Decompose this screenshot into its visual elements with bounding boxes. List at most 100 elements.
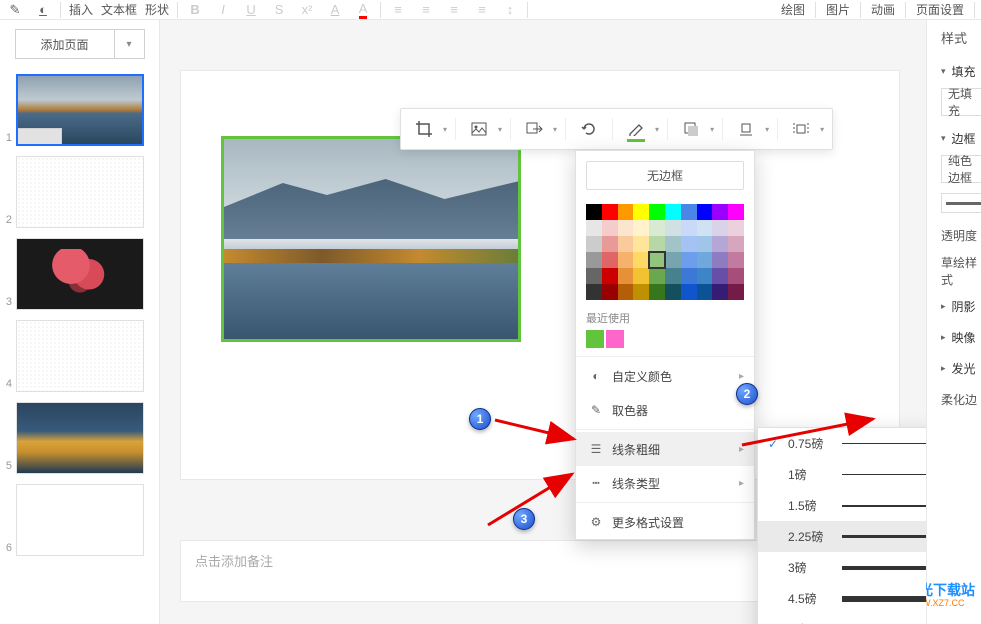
shadow-button[interactable]: [676, 114, 706, 144]
border-type-select[interactable]: 纯色边框: [941, 155, 981, 183]
color-swatch[interactable]: [728, 268, 744, 284]
line-weight-option[interactable]: 1.5磅: [758, 490, 926, 521]
recent-color-swatch[interactable]: [606, 330, 624, 348]
color-swatch[interactable]: [586, 236, 602, 252]
clear-format-icon[interactable]: ◐: [34, 1, 52, 19]
crop-button[interactable]: [409, 114, 439, 144]
color-swatch[interactable]: [633, 236, 649, 252]
color-swatch[interactable]: [665, 252, 681, 268]
selected-image[interactable]: [221, 136, 521, 342]
color-swatch[interactable]: [649, 220, 665, 236]
strike-button[interactable]: S: [270, 1, 288, 19]
color-swatch[interactable]: [602, 220, 618, 236]
color-swatch[interactable]: [728, 204, 744, 220]
slide-thumb-2[interactable]: 2: [4, 156, 155, 228]
align-button[interactable]: [731, 114, 761, 144]
font-color-button[interactable]: A: [326, 1, 344, 19]
color-swatch[interactable]: [649, 252, 665, 268]
line-weight-option[interactable]: 4.5磅: [758, 583, 926, 614]
color-swatch[interactable]: [681, 284, 697, 300]
color-swatch[interactable]: [586, 252, 602, 268]
line-weight-option[interactable]: 6磅: [758, 614, 926, 624]
recent-color-swatch[interactable]: [586, 330, 604, 348]
color-swatch[interactable]: [728, 220, 744, 236]
color-swatch[interactable]: [602, 268, 618, 284]
slide-thumb-6[interactable]: 6: [4, 484, 155, 556]
slide-thumb-3[interactable]: 3: [4, 238, 155, 310]
menu-insert[interactable]: 插入: [69, 1, 93, 18]
color-swatch[interactable]: [649, 268, 665, 284]
slide-thumb-5[interactable]: 5: [4, 402, 155, 474]
color-swatch[interactable]: [618, 268, 634, 284]
align-center-icon[interactable]: ≡: [473, 1, 491, 19]
color-swatch[interactable]: [602, 204, 618, 220]
add-page-button[interactable]: 添加页面: [15, 29, 115, 59]
color-swatch[interactable]: [697, 252, 713, 268]
align-dropdown[interactable]: ▾: [765, 125, 769, 134]
color-swatch[interactable]: [728, 236, 744, 252]
line-weight-item[interactable]: ☰ 线条粗细: [576, 432, 754, 466]
color-swatch[interactable]: [697, 220, 713, 236]
color-swatch[interactable]: [633, 284, 649, 300]
color-swatch[interactable]: [697, 268, 713, 284]
color-swatch[interactable]: [586, 284, 602, 300]
color-swatch[interactable]: [633, 204, 649, 220]
color-swatch[interactable]: [665, 284, 681, 300]
color-swatch[interactable]: [712, 236, 728, 252]
bullets-icon[interactable]: ≡: [389, 1, 407, 19]
glow-section-header[interactable]: ▸发光: [941, 360, 981, 377]
crop-dropdown[interactable]: ▾: [443, 125, 447, 134]
color-swatch[interactable]: [602, 252, 618, 268]
line-weight-option[interactable]: 1磅: [758, 459, 926, 490]
color-swatch[interactable]: [633, 220, 649, 236]
eyedropper-item[interactable]: ✎ 取色器: [576, 393, 754, 427]
image-fill-dropdown[interactable]: ▾: [498, 125, 502, 134]
border-preview[interactable]: [941, 193, 981, 213]
bold-button[interactable]: B: [186, 1, 204, 19]
color-swatch[interactable]: [586, 220, 602, 236]
menu-page-setup[interactable]: 页面设置: [916, 1, 964, 18]
color-swatch[interactable]: [649, 284, 665, 300]
menu-shape[interactable]: 形状: [145, 1, 169, 18]
color-swatch[interactable]: [602, 284, 618, 300]
wrap-dropdown[interactable]: ▾: [820, 125, 824, 134]
replace-image-dropdown[interactable]: ▾: [553, 125, 557, 134]
line-weight-option[interactable]: 2.25磅: [758, 521, 926, 552]
menu-animation[interactable]: 动画: [871, 1, 895, 18]
color-swatch[interactable]: [681, 204, 697, 220]
image-fill-button[interactable]: [464, 114, 494, 144]
slide-thumb-4[interactable]: 4: [4, 320, 155, 392]
color-swatch[interactable]: [586, 204, 602, 220]
shadow-dropdown[interactable]: ▾: [710, 125, 714, 134]
menu-draw[interactable]: 绘图: [781, 1, 805, 18]
color-swatch[interactable]: [649, 204, 665, 220]
custom-color-item[interactable]: ◐ 自定义颜色: [576, 359, 754, 393]
line-weight-option[interactable]: 3磅: [758, 552, 926, 583]
color-swatch[interactable]: [697, 236, 713, 252]
shadow-section-header[interactable]: ▸阴影: [941, 298, 981, 315]
color-swatch[interactable]: [697, 284, 713, 300]
fill-section-header[interactable]: ▾填充: [941, 63, 981, 80]
replace-image-button[interactable]: [519, 114, 549, 144]
color-swatch[interactable]: [586, 268, 602, 284]
color-swatch[interactable]: [618, 236, 634, 252]
color-swatch[interactable]: [618, 252, 634, 268]
more-format-item[interactable]: ⚙ 更多格式设置: [576, 505, 754, 539]
border-color-button[interactable]: [621, 114, 651, 144]
format-painter-icon[interactable]: ✎: [6, 1, 24, 19]
line-type-item[interactable]: ┅ 线条类型: [576, 466, 754, 500]
color-swatch[interactable]: [665, 236, 681, 252]
add-page-dropdown[interactable]: ▾: [115, 29, 145, 59]
color-swatch[interactable]: [697, 204, 713, 220]
color-swatch[interactable]: [649, 236, 665, 252]
color-swatch[interactable]: [712, 284, 728, 300]
color-swatch[interactable]: [712, 204, 728, 220]
superscript-button[interactable]: x²: [298, 1, 316, 19]
line-weight-option[interactable]: ✓0.75磅: [758, 428, 926, 459]
color-swatch[interactable]: [618, 204, 634, 220]
color-swatch[interactable]: [712, 220, 728, 236]
color-swatch[interactable]: [665, 204, 681, 220]
color-swatch[interactable]: [665, 268, 681, 284]
color-swatch[interactable]: [712, 268, 728, 284]
wrap-button[interactable]: [786, 114, 816, 144]
